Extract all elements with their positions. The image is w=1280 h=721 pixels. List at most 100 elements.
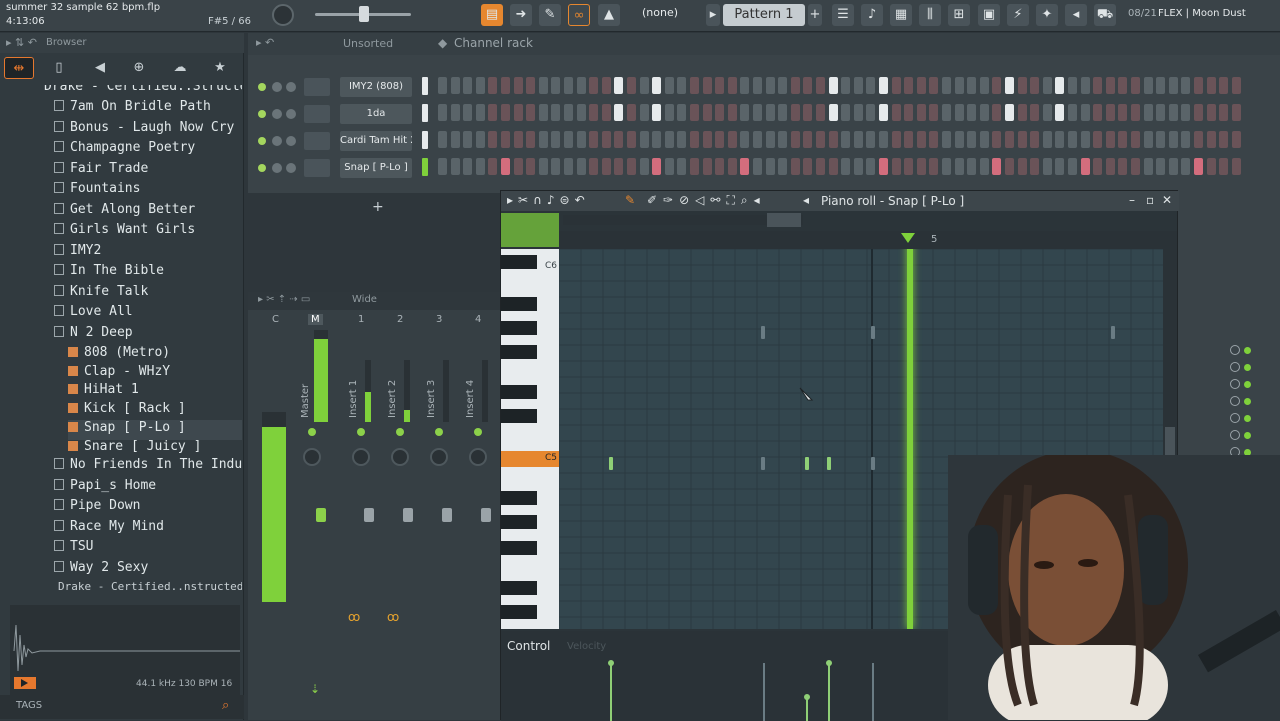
step-button[interactable] [853,104,863,121]
step-button[interactable] [438,104,447,121]
step-button[interactable] [1005,77,1014,94]
step-button[interactable] [1080,131,1090,148]
step-button[interactable] [841,131,851,148]
step-button[interactable] [614,104,624,121]
step-button[interactable] [627,77,636,94]
search-icon[interactable]: ⌕ [222,698,229,713]
tree-folder-item[interactable]: Fountains [54,181,242,201]
step-button[interactable] [551,104,561,121]
step-button[interactable] [828,131,838,148]
ghost-note[interactable] [871,457,875,470]
step-button[interactable] [992,104,1002,121]
step-button[interactable] [967,158,977,175]
step-button[interactable] [1105,77,1115,94]
step-button[interactable] [778,104,788,121]
tree-folder-item[interactable]: IMY2 [54,243,242,263]
step-button[interactable] [1181,104,1191,121]
ghost-note[interactable] [761,326,765,339]
pattern-song-toggle-icon[interactable]: ▤ [481,4,503,26]
step-button[interactable] [501,158,510,175]
step-button[interactable] [538,104,548,121]
channel-mixer-route[interactable] [304,132,330,150]
step-button[interactable] [1005,158,1014,175]
scroll-handle[interactable] [767,213,801,227]
step-button[interactable] [891,131,901,148]
step-button[interactable] [1194,77,1203,94]
channel-volume-knob[interactable] [286,82,296,92]
step-button[interactable] [1156,131,1166,148]
step-button[interactable] [803,131,813,148]
step-button[interactable] [690,158,699,175]
channel-pan-knob[interactable] [272,136,282,146]
step-button[interactable] [1143,77,1153,94]
all-tab-icon[interactable]: ⇹ [4,57,34,79]
step-button[interactable] [879,77,888,94]
step-button[interactable] [891,77,901,94]
step-button[interactable] [828,104,838,121]
step-button[interactable] [992,158,1002,175]
step-button[interactable] [463,131,473,148]
step-button[interactable] [992,77,1002,94]
step-button[interactable] [614,77,624,94]
plugin-picker-icon[interactable]: ⊞ [948,4,970,26]
step-button[interactable] [1093,77,1103,94]
velocity-bar[interactable] [872,663,874,721]
channel-name-button[interactable]: Snap [ P-Lo ] [340,158,412,178]
step-button[interactable] [702,77,712,94]
step-button[interactable] [765,131,775,148]
note[interactable] [609,457,613,470]
step-button[interactable] [929,104,939,121]
note[interactable] [805,457,809,470]
step-button[interactable] [904,131,914,148]
step-button[interactable] [904,158,914,175]
step-button[interactable] [1181,158,1191,175]
files-tab-icon[interactable]: ▯ [44,57,74,79]
step-button[interactable] [916,104,926,121]
step-button[interactable] [576,77,586,94]
step-button[interactable] [803,158,813,175]
step-button[interactable] [526,77,536,94]
step-button[interactable] [1080,77,1090,94]
step-button[interactable] [589,104,599,121]
step-button[interactable] [652,131,662,148]
arrow-right-icon[interactable]: ➜ [510,4,532,26]
step-button[interactable] [1219,104,1229,121]
step-button[interactable] [1068,77,1077,94]
step-button[interactable] [1093,104,1103,121]
step-button[interactable] [639,131,649,148]
step-button[interactable] [1219,131,1229,148]
step-button[interactable] [740,131,750,148]
velocity-bar[interactable] [763,663,765,721]
step-button[interactable] [677,104,687,121]
link-icon[interactable]: ∞ [568,4,590,26]
step-button[interactable] [664,104,674,121]
step-button[interactable] [715,131,725,148]
velocity-handle[interactable] [804,694,810,700]
channel-name-button[interactable]: IMY2 (808) [340,77,412,97]
step-button[interactable] [727,104,737,121]
plugin-radio[interactable] [1230,362,1240,372]
step-button[interactable] [979,158,989,175]
mixer-icon[interactable]: ⫼ [919,4,941,26]
step-button[interactable] [526,131,536,148]
black-key[interactable] [501,515,537,529]
brush-icon[interactable]: ✎ [539,4,561,26]
step-button[interactable] [753,131,762,148]
tree-folder-item[interactable]: Girls Want Girls [54,222,242,242]
step-button[interactable] [601,77,611,94]
step-button[interactable] [627,104,636,121]
step-button[interactable] [891,158,901,175]
step-button[interactable] [1181,77,1191,94]
step-button[interactable] [778,131,788,148]
step-button[interactable] [891,104,901,121]
step-button[interactable] [1194,131,1203,148]
channel-mute-led[interactable] [258,137,266,145]
step-button[interactable] [1156,158,1166,175]
pattern-selector[interactable]: Pattern 1 [723,4,805,26]
step-button[interactable] [627,158,636,175]
step-button[interactable] [1042,77,1052,94]
step-button[interactable] [853,158,863,175]
step-button[interactable] [1206,104,1216,121]
step-button[interactable] [551,131,561,148]
velocity-bar[interactable] [806,697,808,721]
